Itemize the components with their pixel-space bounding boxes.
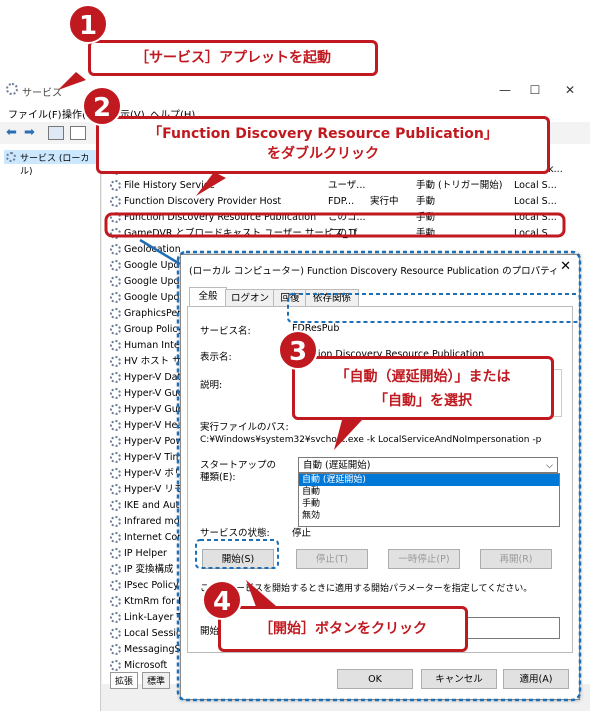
startup-dashed-highlight	[287, 293, 581, 323]
step2-badge: 2	[82, 86, 122, 126]
step2-line1: 「Function Discovery Resource Publication…	[148, 126, 498, 142]
step4-badge: 4	[202, 580, 242, 620]
callout-step2: 「Function Discovery Resource Publication…	[96, 116, 550, 174]
callout-step4: ［開始］ボタンをクリック	[218, 606, 468, 652]
start-button-dashed-highlight	[195, 539, 279, 569]
step4-text: ［開始］ボタンをクリック	[259, 621, 427, 637]
step3-line2: 「自動」を選択	[374, 393, 472, 409]
callout-step1: ［サービス］アプレットを起動	[88, 40, 378, 76]
step3-line1: 「自動（遅延開始）」または	[335, 369, 511, 385]
double-click-arrow	[139, 238, 181, 266]
callout-step3: 「自動（遅延開始）」または 「自動」を選択	[292, 356, 554, 420]
callout3-pointer	[334, 420, 362, 450]
step1-text: ［サービス］アプレットを起動	[135, 50, 331, 66]
callout1-pointer	[58, 72, 86, 90]
callout2-pointer	[196, 172, 226, 196]
step3-badge: 3	[278, 330, 318, 370]
selected-row-highlight	[104, 212, 566, 238]
step2-line2: をダブルクリック	[267, 146, 379, 162]
step1-badge: 1	[68, 4, 108, 44]
